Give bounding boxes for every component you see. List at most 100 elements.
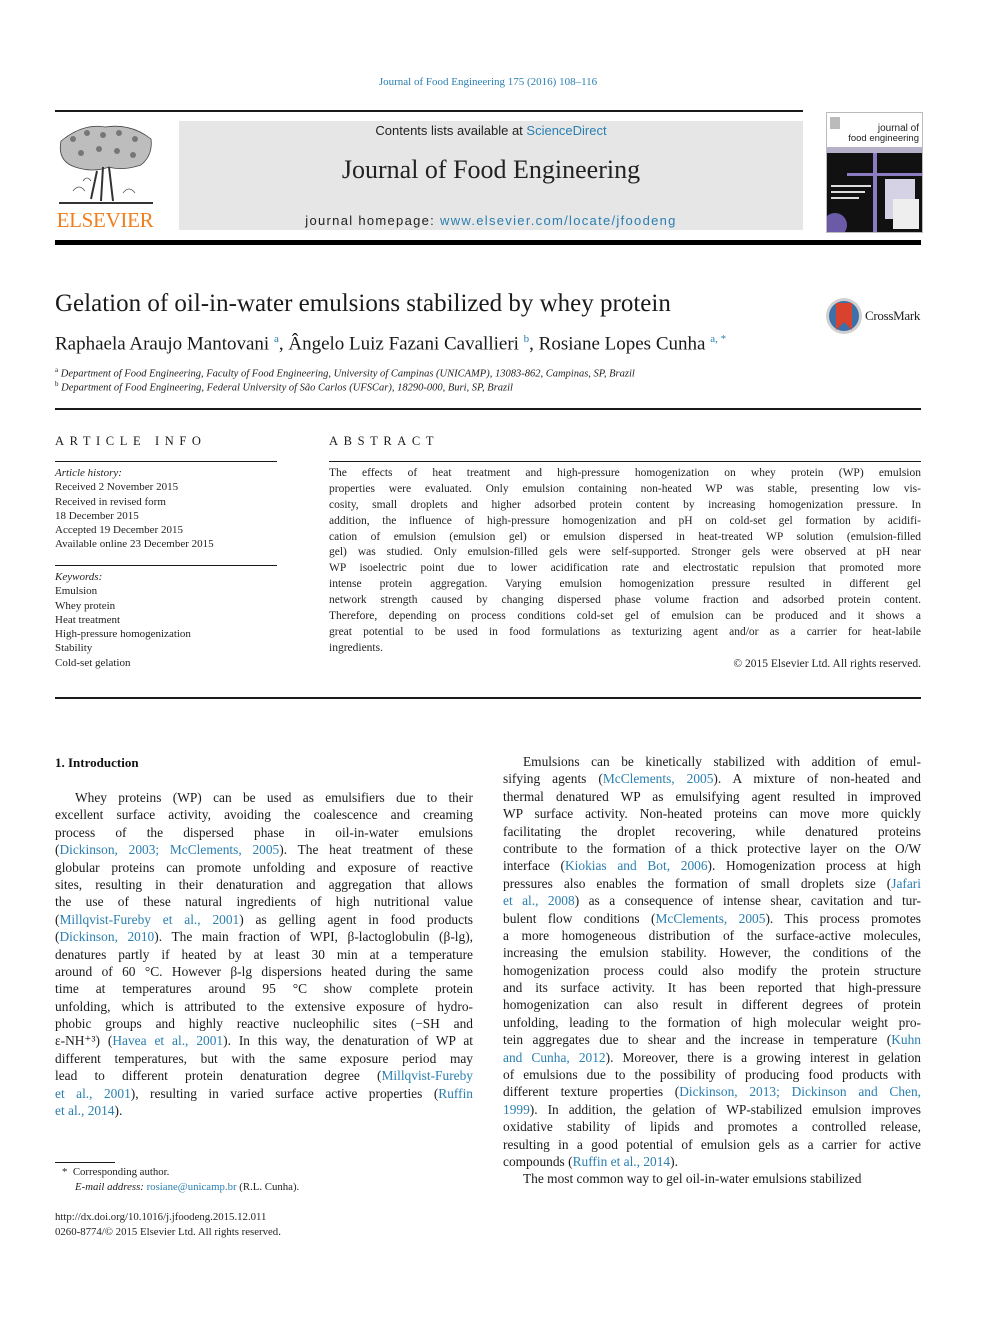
citation-link[interactable]: 1999 (503, 1102, 530, 1117)
body-text: homogenization process could also modify… (503, 962, 921, 978)
history-label: Article history: (55, 467, 122, 479)
body-text-line: pressures also enables the formation of … (503, 875, 921, 892)
body-text-line: phobic groups and highly reactive nucleo… (55, 1015, 473, 1032)
corresponding-text: Corresponding author. (72, 1166, 170, 1178)
author-name[interactable]: Rosiane Lopes Cunha (539, 333, 706, 354)
citation-link[interactable]: Dickinson, 2010 (59, 929, 154, 944)
body-text: process of the dispersed phase in oil-in… (55, 824, 473, 840)
elsevier-tree-icon (59, 125, 153, 204)
body-text-line: resulting in a good potential of emulsio… (503, 1136, 921, 1153)
abstract-line: network strength caused by changing disp… (329, 594, 921, 607)
body-text-line: unfolding, leading to the formation of h… (503, 1014, 921, 1031)
body-text: of emulsions due to the possibility of p… (503, 1067, 921, 1083)
body-text-line: tein aggregates due to shear and the inc… (503, 1031, 921, 1048)
abstract-line: intense protein aggregation. Varying emu… (329, 578, 921, 591)
citation-link[interactable]: McClements, 2005 (655, 911, 765, 926)
body-text-line: WP surface activity. Non-heated proteins… (503, 805, 921, 822)
history-item: 18 December 2015 (55, 509, 139, 522)
homepage-link[interactable]: www.elsevier.com/locate/jfoodeng (440, 213, 677, 228)
abstract-copyright: © 2015 Elsevier Ltd. All rights reserved… (733, 658, 921, 670)
doi-link[interactable]: http://dx.doi.org/10.1016/j.jfoodeng.201… (55, 1211, 266, 1223)
elsevier-wordmark: ELSEVIER (56, 208, 154, 232)
elsevier-logo[interactable]: ELSEVIER (53, 121, 157, 233)
body-text: ). A mixture of non-heated and (713, 771, 921, 787)
body-text-line: the use of these natural ingredients of … (55, 893, 473, 910)
citation-link[interactable]: Dickinson, 2003; McClements, 2005 (59, 842, 279, 857)
keyword: High-pressure homogenization (55, 628, 191, 641)
body-text-line: process of the dispersed phase in oil-in… (55, 824, 473, 841)
citation-link[interactable]: Ruffin et al., 2014 (573, 1154, 671, 1169)
body-text-line: around of 60 °C. However β-lg dispersion… (55, 963, 473, 980)
affiliation-mark: b (55, 380, 59, 388)
body-text: the use of these natural ingredients of … (55, 894, 473, 910)
body-text-line: sites, resulting in their denaturation a… (55, 876, 473, 893)
citation-link[interactable]: and Cunha, 2012 (503, 1050, 606, 1065)
citation-link[interactable]: et al., 2014 (55, 1103, 115, 1118)
journal-citation-link[interactable]: Journal of Food Engineering 175 (2016) 1… (0, 76, 976, 88)
sciencedirect-link[interactable]: ScienceDirect (526, 123, 606, 138)
body-text: contribute to the formation of a thick p… (503, 840, 921, 856)
body-text: sites, resulting in their denaturation a… (55, 876, 473, 892)
body-text: a more homogeneous distribution of the s… (503, 927, 921, 943)
body-text: unfolding, which is attributed to the ex… (55, 998, 473, 1014)
body-text-line: Whey proteins (WP) can be used as emulsi… (55, 789, 473, 806)
body-text: ). In addition, the gelation of WP-stabi… (529, 1101, 921, 1117)
citation-link[interactable]: Ruffin (438, 1086, 473, 1101)
author-name[interactable]: Raphaela Araujo Mantovani (55, 333, 269, 354)
abstract-line: cosity, small droplets and higher adsorb… (329, 498, 921, 511)
history-item: Available online 23 December 2015 (55, 538, 214, 551)
author-name[interactable]: Ângelo Luiz Fazani Cavallieri (288, 333, 519, 354)
abstract-line: great potential to be used in food formu… (329, 625, 921, 638)
history-item: Received in revised form (55, 495, 166, 508)
keywords-label: Keywords: (55, 571, 103, 583)
body-text: thermal denatured WP as emulsifying agen… (503, 788, 921, 804)
body-column-left: Whey proteins (WP) can be used as emulsi… (55, 789, 473, 1119)
body-text: ) as a consequence of intense shear, cav… (574, 893, 922, 909)
body-text: ), resulting in varied surface active pr… (130, 1085, 439, 1101)
body-text-line: (Dickinson, 2003; McClements, 2005). The… (55, 841, 473, 858)
abstract-heading: ABSTRACT (329, 434, 440, 448)
body-text: ) as gelling agent in food products (239, 911, 474, 927)
body-text-line: homogenization process could also modify… (503, 962, 921, 979)
article-history: Article history: Received 2 November 201… (55, 466, 277, 552)
affiliation-text: Department of Food Engineering, Faculty … (60, 368, 635, 380)
body-text: sifying agents ( (503, 771, 603, 787)
body-text: resulting in a good potential of emulsio… (503, 1136, 921, 1152)
body-text-line: The most common way to gel oil-in-water … (503, 1170, 921, 1187)
body-text: different texture properties ( (503, 1084, 680, 1100)
body-text-line: different texture properties (Dickinson,… (503, 1083, 921, 1100)
journal-cover-thumbnail[interactable]: journal of food engineering (823, 112, 923, 237)
body-text: unfolding, leading to the formation of h… (503, 1014, 921, 1030)
crossmark-button[interactable]: CrossMark (825, 297, 925, 335)
body-text-line: thermal denatured WP as emulsifying agen… (503, 788, 921, 805)
email-link[interactable]: rosiane@unicamp.br (147, 1181, 237, 1193)
author-affiliation-mark[interactable]: a, * (710, 333, 726, 345)
citation-link[interactable]: Kuhn (891, 1032, 921, 1047)
body-text: ). Moreover, there is a growing interest… (605, 1049, 921, 1065)
citation-link[interactable]: Havea et al., 2001 (112, 1033, 223, 1048)
body-text: ). This process promotes (765, 910, 921, 926)
author-separator: , (278, 333, 289, 355)
body-text: oxidative stability of lipids and promot… (503, 1119, 921, 1135)
section-heading-introduction: 1. Introduction (55, 755, 139, 770)
citation-link[interactable]: McClements, 2005 (603, 771, 714, 786)
contents-prefix: Contents lists available at (375, 123, 527, 138)
body-text-line: increasing the emulsion stability. Howev… (503, 944, 921, 961)
citation-link[interactable]: Millqvist-Fureby et al., 2001 (59, 912, 239, 927)
crossmark-icon (826, 298, 862, 334)
body-text-line: et al., 2008) as a consequence of intens… (503, 892, 921, 909)
body-text: and its surface activity. It has been re… (503, 980, 921, 996)
body-text-line: time at temperatures around 95 °C show c… (55, 980, 473, 997)
body-text: facilitating the droplet recovering, whi… (503, 823, 921, 839)
citation-link[interactable]: Jafari (891, 876, 921, 891)
homepage-line: journal homepage: www.elsevier.com/locat… (179, 213, 803, 228)
citation-link[interactable]: et al., 2008 (503, 893, 575, 908)
abstract-rule (329, 461, 921, 462)
body-text-line: 1999). In addition, the gelation of WP-s… (503, 1101, 921, 1118)
citation-link[interactable]: et al., 2001 (55, 1086, 131, 1101)
citation-link[interactable]: Millqvist-Fureby (381, 1068, 473, 1083)
body-text-line: ε-NH⁺³) (Havea et al., 2001). In this wa… (55, 1032, 473, 1049)
citation-link[interactable]: Kiokias and Bot, 2006 (565, 858, 708, 873)
body-text: excellent surface activity, avoiding the… (55, 807, 473, 823)
citation-link[interactable]: Dickinson, 2013; Dickinson and Chen, (679, 1084, 921, 1099)
